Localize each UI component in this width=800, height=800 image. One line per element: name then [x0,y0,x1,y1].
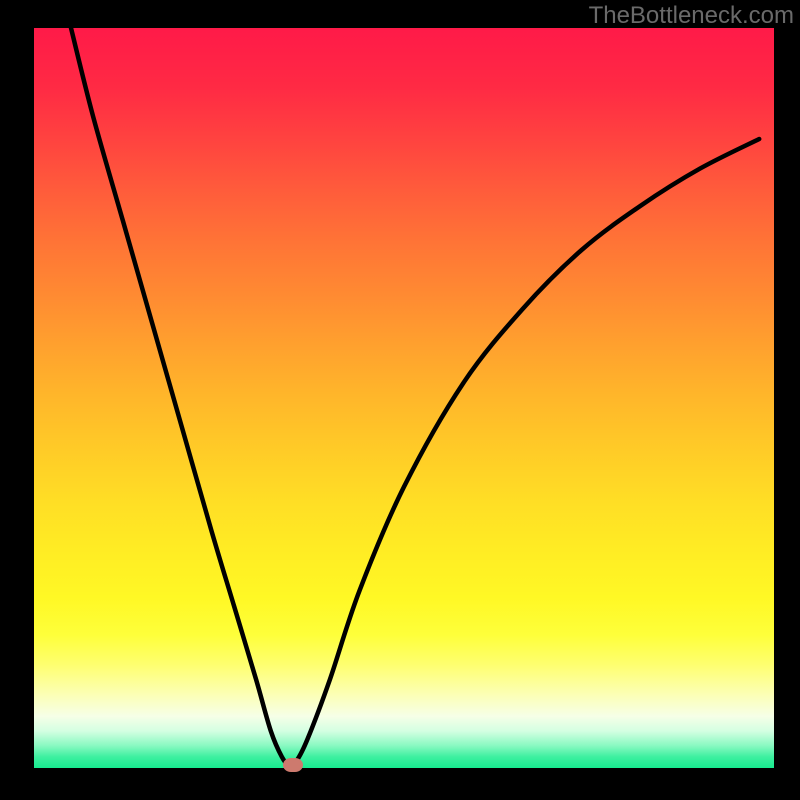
watermark-text: TheBottleneck.com [589,2,794,30]
chart-plot-area [34,28,774,768]
optimum-marker [283,758,303,772]
bottleneck-curve [34,28,774,768]
